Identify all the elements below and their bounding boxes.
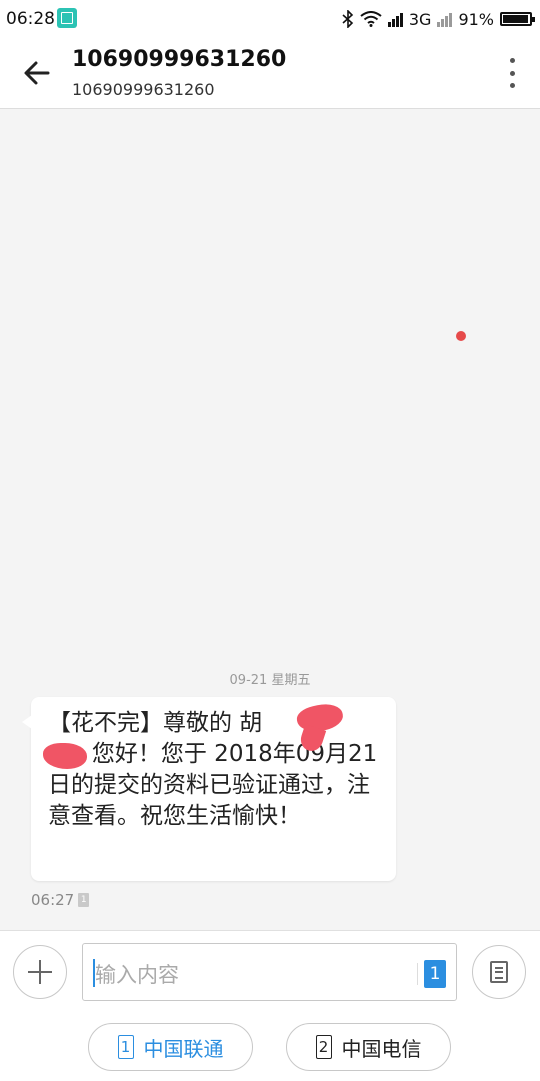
date-separator: 09-21 星期五 xyxy=(229,673,311,688)
redaction-mark xyxy=(43,743,87,769)
status-bar: 06:28 3G 91% xyxy=(0,0,540,38)
wifi-icon xyxy=(360,11,382,27)
plus-icon[interactable] xyxy=(13,945,67,999)
conversation-header: 10690999631260 10690999631260 xyxy=(0,38,540,109)
arrow-left-icon[interactable] xyxy=(20,56,54,90)
contact-title: 10690999631260 xyxy=(72,47,287,72)
network-type: 3G xyxy=(408,9,432,29)
signal-icon xyxy=(437,11,453,27)
screenshot-app-icon xyxy=(57,8,77,28)
status-time: 06:28 xyxy=(6,9,55,29)
sim1-label: 中国联通 xyxy=(143,1036,224,1061)
status-icons: 3G 91% xyxy=(342,7,535,31)
battery-percent: 91% xyxy=(458,9,494,29)
more-vertical-icon[interactable] xyxy=(506,58,518,88)
unread-dot xyxy=(456,331,466,341)
message-timestamp: 06:27 1 xyxy=(31,891,90,909)
contact-number: 10690999631260 xyxy=(72,80,215,99)
sim2-label: 中国电信 xyxy=(341,1036,422,1061)
signal-icon xyxy=(387,11,403,27)
message-time: 06:27 xyxy=(31,891,75,909)
battery-icon xyxy=(500,12,535,26)
sim1-button[interactable]: 1 中国联通 xyxy=(88,1023,253,1071)
send-sim-badge[interactable]: 1 xyxy=(424,960,446,988)
document-icon[interactable] xyxy=(472,945,526,999)
message-input[interactable]: 输入内容 1 xyxy=(82,943,457,1001)
sim1-number: 1 xyxy=(117,1035,134,1059)
input-placeholder: 输入内容 xyxy=(95,963,179,987)
input-divider xyxy=(417,963,418,985)
bluetooth-icon xyxy=(342,10,354,28)
message-bubble[interactable]: 【花不完】尊敬的 胡 您好！您于 2018年09月21日的提交的资料已验证通过，… xyxy=(22,697,396,881)
sim2-number: 2 xyxy=(315,1035,332,1059)
sim-indicator-icon: 1 xyxy=(78,893,90,907)
sim2-button[interactable]: 2 中国电信 xyxy=(286,1023,451,1071)
composer-area: 输入内容 1 1 中国联通 2 中国电信 xyxy=(0,930,540,1081)
